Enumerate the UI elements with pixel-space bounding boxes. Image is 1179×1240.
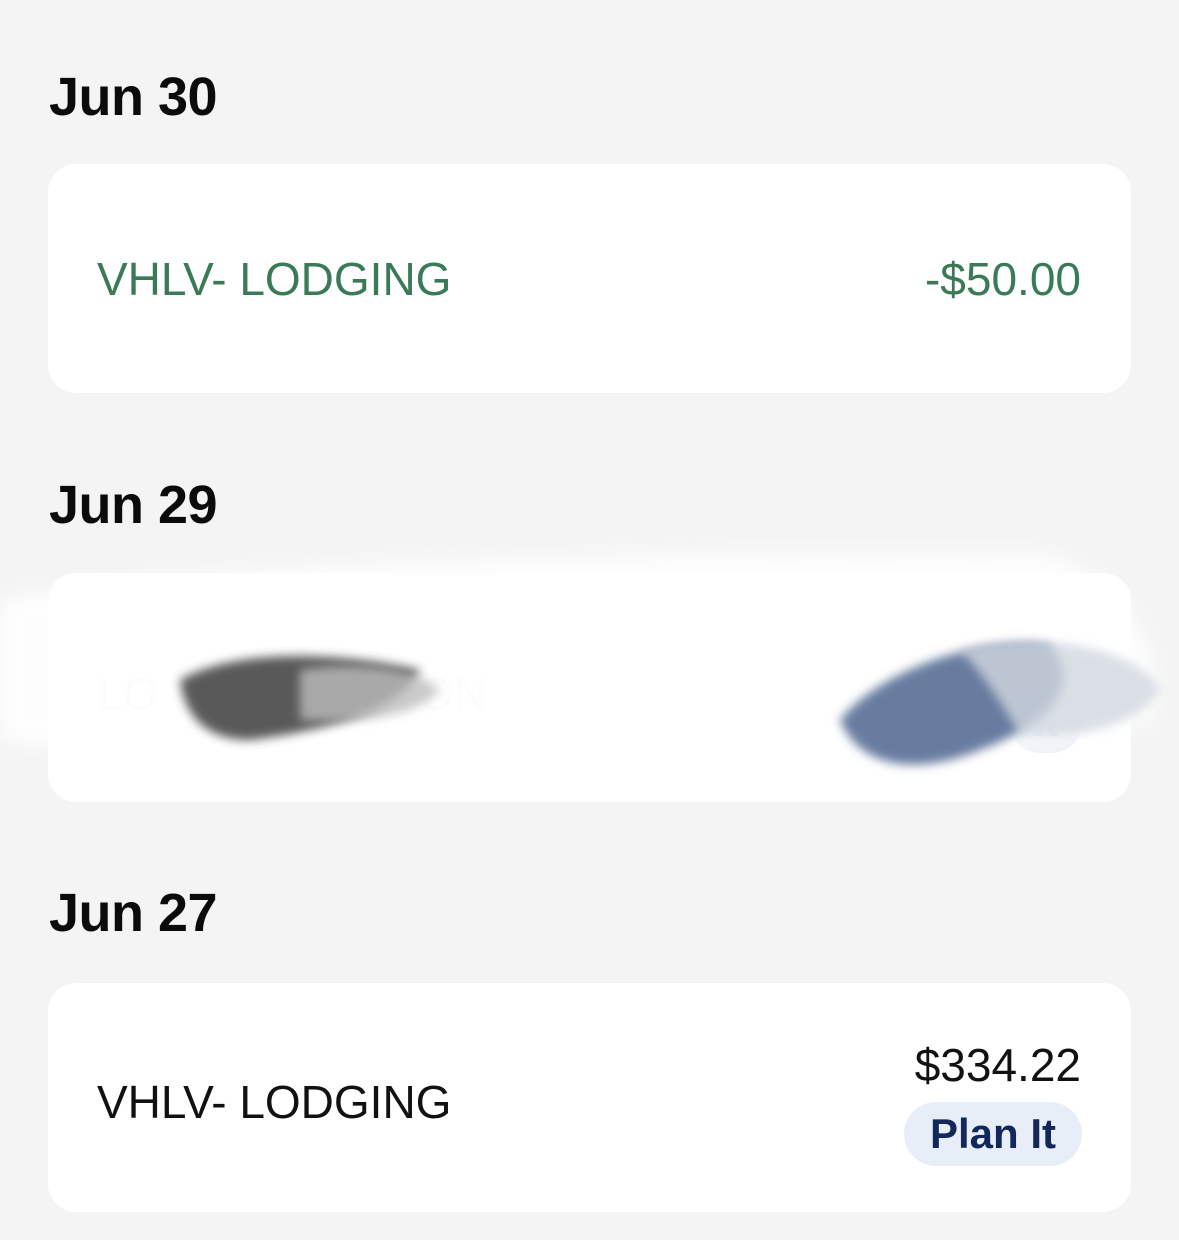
transaction-amount: 0 bbox=[1055, 632, 1081, 684]
transaction-amount: -$50.00 bbox=[924, 253, 1081, 305]
merchant-name: VHLV- LODGING bbox=[97, 253, 452, 305]
plan-it-button[interactable]: Plan It bbox=[903, 1102, 1082, 1166]
merchant-name: LO bbox=[97, 668, 159, 720]
transaction-card[interactable]: VHLV- LODGING -$50.00 bbox=[48, 164, 1131, 393]
transaction-card[interactable]: VHLV- LODGING $334.22 Plan It bbox=[48, 983, 1131, 1212]
transaction-card[interactable]: LO ON 0 It bbox=[48, 573, 1131, 802]
plan-it-button[interactable]: It bbox=[1009, 693, 1082, 753]
merchant-name-fragment: ON bbox=[418, 668, 487, 720]
date-heading: Jun 29 bbox=[49, 475, 218, 535]
transactions-list: Jun 30 VHLV- LODGING -$50.00 Jun 29 LO O… bbox=[0, 0, 1179, 1240]
merchant-name: VHLV- LODGING bbox=[97, 1076, 452, 1128]
date-heading: Jun 27 bbox=[49, 883, 218, 943]
date-heading: Jun 30 bbox=[49, 67, 218, 127]
transaction-amount: $334.22 bbox=[914, 1039, 1081, 1091]
